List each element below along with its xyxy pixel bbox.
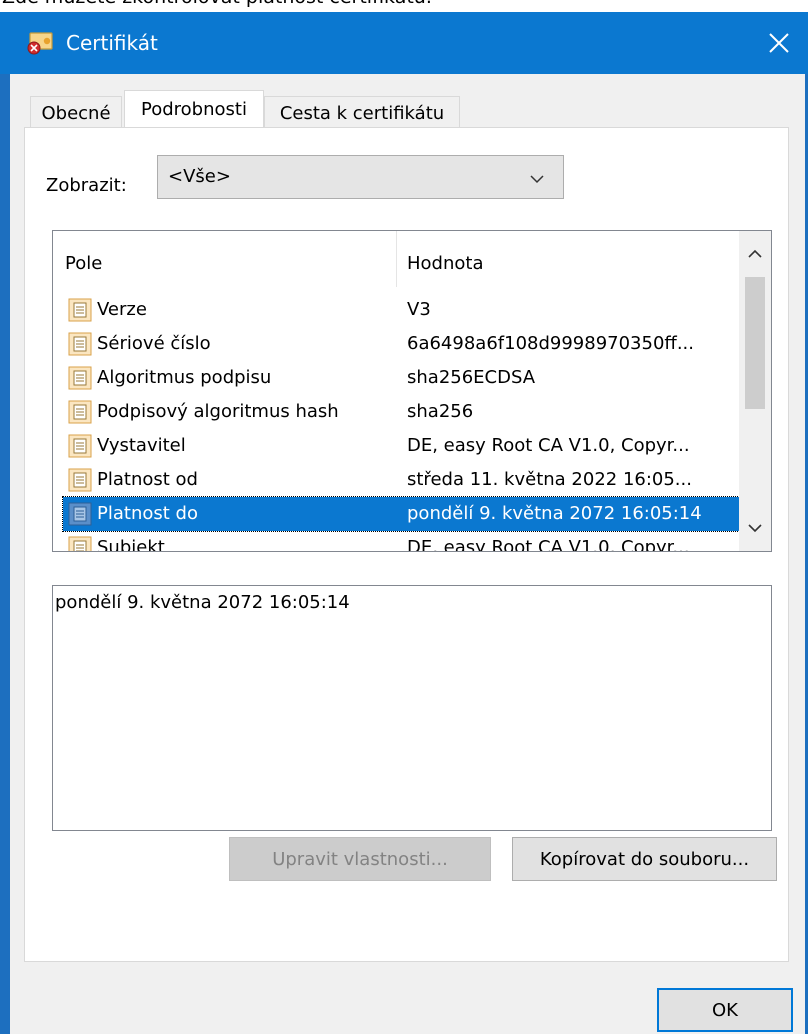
list-item-selected[interactable]: Platnost do pondělí 9. května 2072 16:05… <box>62 496 740 532</box>
list-item[interactable]: Subjekt DE, easy Root CA V1.0, Copyr... <box>63 531 739 552</box>
row-value: V3 <box>407 299 431 320</box>
row-field: Subjekt <box>97 537 165 552</box>
show-dropdown[interactable]: <Vše> <box>157 155 564 199</box>
scroll-up-button[interactable] <box>739 231 771 277</box>
row-value: DE, easy Root CA V1.0, Copyr... <box>407 537 690 552</box>
row-value: sha256ECDSA <box>407 367 536 388</box>
field-icon <box>67 399 93 425</box>
list-header: Pole Hodnota <box>53 231 743 293</box>
tab-certification-path[interactable]: Cesta k certifikátu <box>264 96 460 130</box>
title-bar: Certifikát <box>0 12 808 74</box>
ok-button[interactable]: OK <box>657 988 793 1032</box>
tab-general-label: Obecné <box>41 103 111 124</box>
edit-properties-label: Upravit vlastnosti... <box>272 848 448 870</box>
list-item[interactable]: Podpisový algoritmus hash sha256 <box>63 395 739 429</box>
row-value: 6a6498a6f108d9998970350ff... <box>407 333 694 354</box>
scroll-down-button[interactable] <box>739 505 771 551</box>
row-value: DE, easy Root CA V1.0, Copyr... <box>407 435 690 456</box>
list-item[interactable]: Vystavitel DE, easy Root CA V1.0, Copyr.… <box>63 429 739 463</box>
ok-label: OK <box>712 999 738 1021</box>
tab-general[interactable]: Obecné <box>30 96 122 130</box>
row-value: pondělí 9. května 2072 16:05:14 <box>407 503 702 524</box>
copy-to-file-label: Kopírovat do souboru... <box>539 848 750 870</box>
show-dropdown-value: <Vše> <box>168 166 231 187</box>
field-icon <box>67 535 93 551</box>
chevron-down-icon <box>529 170 545 189</box>
list-item[interactable]: Verze V3 <box>63 293 739 327</box>
row-field: Sériové číslo <box>97 333 211 354</box>
vertical-scrollbar[interactable] <box>739 231 771 551</box>
list-item[interactable]: Sériové číslo 6a6498a6f108d9998970350ff.… <box>63 327 739 361</box>
certificate-dialog: Certifikát Obecné Podrobnosti Cesta k ce… <box>0 12 808 1034</box>
chevron-up-icon <box>748 249 762 258</box>
certificate-icon <box>26 31 56 55</box>
row-field: Vystavitel <box>97 435 186 456</box>
dialog-title: Certifikát <box>66 31 158 55</box>
field-icon <box>67 467 93 493</box>
tab-details-label: Podrobnosti <box>141 99 247 120</box>
field-icon <box>67 365 93 391</box>
copy-to-file-button[interactable]: Kopírovat do souboru... <box>512 837 777 881</box>
show-label: Zobrazit: <box>46 175 127 196</box>
row-value: středa 11. května 2022 16:05... <box>407 469 692 490</box>
column-header-field[interactable]: Pole <box>65 253 102 274</box>
column-divider[interactable] <box>396 231 397 287</box>
field-icon <box>67 331 93 357</box>
tab-certification-path-label: Cesta k certifikátu <box>279 103 445 124</box>
list-item[interactable]: Algoritmus podpisu sha256ECDSA <box>63 361 739 395</box>
row-field: Platnost do <box>97 503 198 524</box>
column-header-value[interactable]: Hodnota <box>407 253 483 274</box>
row-field: Verze <box>97 299 147 320</box>
header-clipped-text: Zde můžete zkontrolovat platnost certifi… <box>0 0 808 12</box>
row-field: Platnost od <box>97 469 198 490</box>
row-field: Algoritmus podpisu <box>97 367 272 388</box>
close-icon <box>769 33 789 53</box>
field-icon <box>67 501 93 527</box>
field-icon <box>67 297 93 323</box>
scroll-thumb[interactable] <box>745 277 765 409</box>
close-button[interactable] <box>750 12 808 74</box>
chevron-down-icon <box>748 524 762 533</box>
edit-properties-button[interactable]: Upravit vlastnosti... <box>229 837 491 881</box>
window-border-left <box>0 74 10 1034</box>
value-detail-textbox[interactable]: pondělí 9. května 2072 16:05:14 <box>52 585 772 831</box>
field-icon <box>67 433 93 459</box>
tab-details[interactable]: Podrobnosti <box>124 90 264 130</box>
row-value: sha256 <box>407 401 474 422</box>
list-item[interactable]: Platnost od středa 11. května 2022 16:05… <box>63 463 739 497</box>
row-field: Podpisový algoritmus hash <box>97 401 339 422</box>
value-detail-text: pondělí 9. května 2072 16:05:14 <box>55 592 350 613</box>
fields-list[interactable]: Pole Hodnota Verze V3 Sériové číslo 6a64… <box>52 230 772 552</box>
